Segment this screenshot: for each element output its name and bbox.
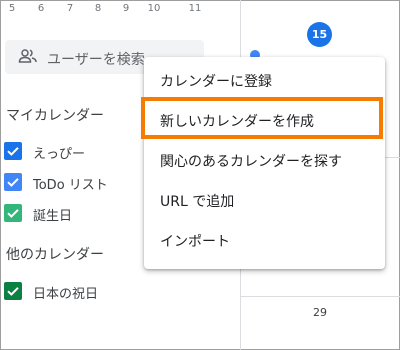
mini-calendar-row: 5 6 7 8 9 10 11 [0,3,240,21]
grid-row-line [240,296,400,297]
other-calendars-heading[interactable]: 他のカレンダー [6,244,104,264]
calendar-label: ToDo リスト [33,178,108,193]
menu-item-label: 関心のあるカレンダーを探す [160,154,342,170]
menu-item-subscribe[interactable]: カレンダーに登録 [144,60,385,100]
mini-calendar-day[interactable]: 9 [114,3,138,14]
menu-item-create-calendar[interactable]: 新しいカレンダーを作成 [144,100,385,140]
mini-calendar-day[interactable]: 11 [183,3,207,14]
today-date-badge[interactable]: 15 [307,22,332,47]
menu-item-browse-calendars[interactable]: 関心のあるカレンダーを探す [144,140,385,180]
check-icon [7,287,19,296]
check-icon [7,209,19,218]
checkbox[interactable] [4,173,22,191]
checkbox[interactable] [4,282,22,300]
search-placeholder: ユーザーを検索 [47,52,145,68]
menu-item-from-url[interactable]: URL で追加 [144,180,385,220]
menu-item-label: カレンダーに登録 [160,74,272,90]
calendar-label: 誕生日 [33,209,73,224]
menu-item-label: インポート [160,234,230,250]
calendar-label: えっぴー [33,147,86,162]
checkbox[interactable] [4,204,22,222]
day-number[interactable]: 29 [308,306,332,319]
calendar-item[interactable]: 日本の祝日 [4,282,234,302]
people-icon [18,49,37,63]
mini-calendar-day[interactable]: 7 [58,3,82,14]
menu-item-label: 新しいカレンダーを作成 [160,114,314,130]
add-calendar-menu: カレンダーに登録 新しいカレンダーを作成 関心のあるカレンダーを探す URL で… [144,57,385,269]
checkbox[interactable] [4,142,22,160]
my-calendars-heading[interactable]: マイカレンダー [6,105,104,125]
calendar-label: 日本の祝日 [33,287,99,302]
mini-calendar-day[interactable]: 5 [0,3,24,14]
mini-calendar-day[interactable]: 8 [86,3,110,14]
menu-item-label: URL で追加 [160,194,235,210]
mini-calendar-day[interactable]: 6 [29,3,53,14]
check-icon [7,178,19,187]
mini-calendar-day[interactable]: 10 [142,3,166,14]
check-icon [7,147,19,156]
menu-item-import[interactable]: インポート [144,220,385,260]
